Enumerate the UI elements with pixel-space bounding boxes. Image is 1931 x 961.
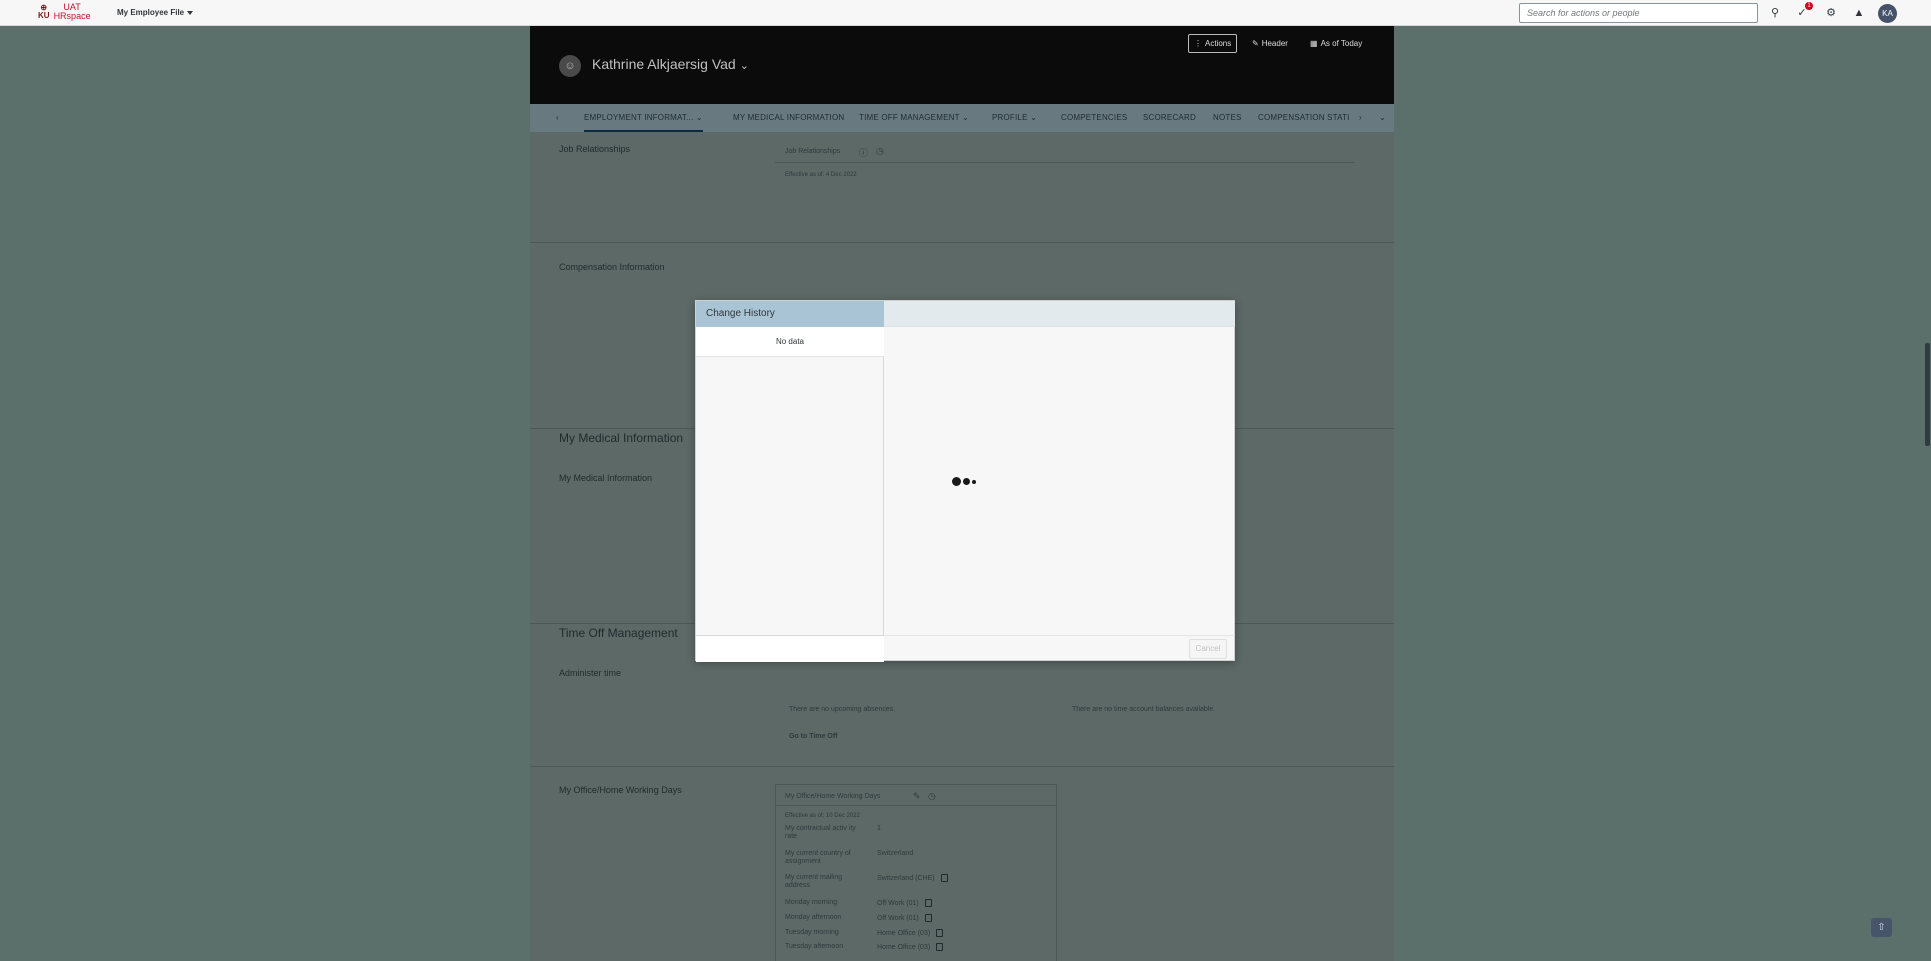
profile-header: ☺ Kathrine Alkjaersig Vad ⌄ ⋮ Actions ✎ Hea…: [530, 26, 1394, 104]
section-divider: [530, 766, 1394, 767]
row-label: My contractual activ ity rate: [785, 825, 856, 840]
tab-medical-information[interactable]: MY MEDICAL INFORMATION: [733, 104, 844, 132]
time-off-section-title: Time Off Management: [559, 626, 678, 640]
copy-icon[interactable]: [924, 914, 932, 922]
history-icon[interactable]: ◷: [928, 791, 936, 802]
search-input[interactable]: Search for actions or people: [1519, 3, 1758, 23]
company-logo[interactable]: ⊕ KU UAT HRspace: [38, 3, 91, 21]
scroll-to-top-button[interactable]: ⇧: [1871, 918, 1892, 937]
notification-badge: 1: [1805, 2, 1813, 10]
row-value: Switzerland (CHE): [877, 874, 948, 882]
loading-dot: [963, 478, 970, 485]
approvals-icon[interactable]: ✓ 1: [1795, 2, 1813, 20]
row-value: Off Work (01): [877, 914, 932, 922]
row-label: My current mailing address: [785, 874, 843, 889]
row-label: Tuesday morning: [785, 929, 839, 936]
pencil-icon[interactable]: ✎: [913, 791, 921, 802]
history-list-footer: [696, 635, 884, 662]
dialog-footer: Cancel: [884, 635, 1235, 662]
tab-prev-icon[interactable]: ‹: [556, 104, 559, 132]
no-balances-text: There are no time account balances avail…: [1072, 706, 1216, 713]
app-menu[interactable]: My Employee File: [117, 8, 194, 17]
office-home-days-card: My Office/Home Working Days ✎ ◷ Effectiv…: [775, 784, 1057, 961]
history-icon[interactable]: ◷: [876, 146, 884, 157]
row-value: Home Office (03): [877, 929, 944, 937]
cancel-button[interactable]: Cancel: [1189, 639, 1227, 659]
row-label: Tuesday afternoon: [785, 943, 844, 950]
pencil-icon: ✎: [1252, 39, 1259, 48]
bell-icon[interactable]: ▲: [1852, 6, 1866, 20]
office-effective-date: Effective as of: 10 Dec 2022: [785, 813, 860, 819]
no-data-message: No data: [696, 327, 884, 357]
row-value: Off Work (01): [877, 899, 932, 907]
dialog-title: Change History: [696, 301, 884, 327]
administer-time-label: Administer time: [559, 668, 622, 678]
copy-icon[interactable]: [936, 929, 944, 937]
row-label: Monday morning: [785, 899, 838, 906]
office-card-title: My Office/Home Working Days: [785, 793, 881, 800]
tab-competencies[interactable]: COMPETENCIES: [1061, 104, 1127, 132]
employee-name[interactable]: Kathrine Alkjaersig Vad ⌄: [592, 56, 749, 72]
page-scrollbar[interactable]: [1925, 343, 1930, 446]
as-of-today-button[interactable]: ▦ As of Today: [1305, 34, 1367, 53]
history-list-pane: Change History No data: [696, 301, 884, 662]
row-label: Monday afternoon: [785, 914, 842, 921]
shell-bar: ⊕ KU UAT HRspace My Employee File Search f…: [0, 0, 1931, 26]
university-seal-icon: ⊕ KU: [38, 3, 50, 20]
tab-notes[interactable]: NOTES: [1213, 104, 1242, 132]
tab-profile[interactable]: PROFILE ⌄: [992, 104, 1037, 132]
calendar-icon: ▦: [1310, 39, 1318, 48]
caret-down-icon: [187, 10, 194, 15]
change-history-dialog: Change History No data Cancel: [695, 300, 1235, 662]
row-value: Home Office (03): [877, 943, 944, 951]
office-home-days-label: My Office/Home Working Days: [559, 785, 682, 795]
copy-icon[interactable]: [940, 874, 948, 882]
medical-subsection-label: My Medical Information: [559, 473, 653, 483]
no-absences-text: There are no upcoming absences.: [789, 706, 896, 713]
copy-icon[interactable]: [936, 943, 944, 951]
compensation-information-label: Compensation Information: [559, 262, 665, 272]
links-icon[interactable]: ⚙: [1824, 6, 1838, 20]
go-to-time-off-link[interactable]: Go to Time Off: [789, 733, 837, 740]
detail-pane-header: [884, 301, 1235, 327]
row-label: My current country of assignment: [785, 850, 851, 865]
medical-section-title: My Medical Information: [559, 431, 684, 445]
loading-dot: [952, 477, 961, 486]
chevron-down-icon: ⌄: [961, 113, 969, 122]
card-divider: [776, 805, 1056, 806]
loading-dot: [972, 479, 976, 484]
brand-label: HRspace: [53, 11, 91, 21]
tab-overflow-icon[interactable]: ⌄: [1379, 104, 1386, 132]
section-divider: [530, 242, 1394, 243]
actions-button[interactable]: ⋮ Actions: [1188, 34, 1238, 53]
loading-indicator: [952, 477, 976, 486]
job-relationships-label: Job Relationships: [559, 144, 631, 154]
tab-time-off-management[interactable]: TIME OFF MANAGEMENT ⌄: [859, 104, 969, 132]
tab-scorecard[interactable]: SCORECARD: [1143, 104, 1196, 132]
job-relationships-card-title: Job Relationships: [785, 148, 841, 155]
help-icon[interactable]: ⓘ: [859, 146, 868, 159]
chevron-down-icon: ⌄: [1030, 113, 1037, 122]
section-tabs: ‹ EMPLOYMENT INFORMAT... ⌄ MY MEDICAL IN…: [530, 104, 1394, 132]
chevron-down-icon: ⌄: [695, 113, 703, 122]
tab-employment-information[interactable]: EMPLOYMENT INFORMAT... ⌄: [584, 104, 703, 132]
chevron-down-icon: ⌄: [739, 60, 749, 72]
tab-compensation-statement[interactable]: COMPENSATION STATI: [1258, 104, 1350, 132]
header-button[interactable]: ✎ Header: [1247, 34, 1293, 53]
card-divider: [775, 162, 1355, 163]
effective-date: Effective as of: 4 Dec 2022: [785, 172, 857, 178]
person-icon: ☺: [559, 55, 581, 77]
copy-icon[interactable]: [924, 899, 932, 907]
user-avatar[interactable]: KA: [1878, 4, 1897, 23]
row-value: Switzerland: [877, 850, 914, 857]
tab-next-icon[interactable]: ›: [1359, 104, 1362, 132]
more-icon: ⋮: [1194, 39, 1202, 48]
arrow-up-icon: ⇧: [1877, 922, 1886, 933]
row-value: 1: [877, 825, 881, 832]
search-icon[interactable]: ⚲: [1768, 6, 1782, 20]
